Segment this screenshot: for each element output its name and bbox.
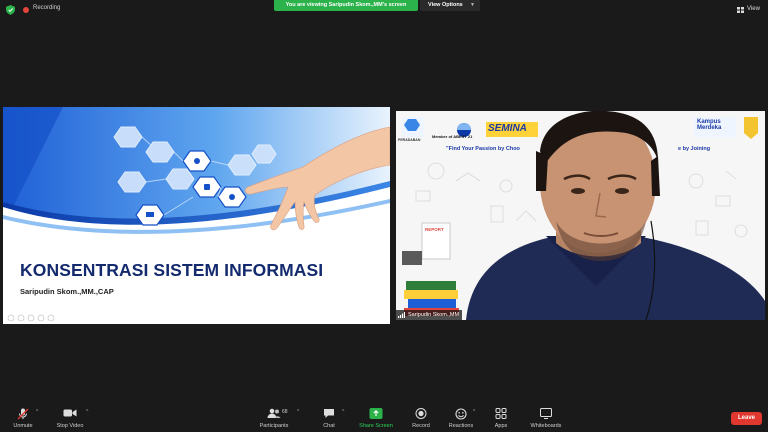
whiteboards-button[interactable]: Whiteboards: [526, 400, 566, 432]
share-screen-label: Share Screen: [359, 423, 393, 429]
slide-hero-graphic: [3, 107, 390, 247]
unmute-label: Unmute: [13, 423, 33, 429]
slide-author: Saripudin Skom.,MM.,CAP: [20, 287, 114, 296]
recording-icon: [23, 7, 29, 13]
participant-name-tag: Saripudin Skom.,MM: [396, 310, 463, 320]
chevron-down-icon: ▼: [470, 2, 475, 8]
video-frame-graphic: [396, 111, 765, 320]
participants-caret-icon[interactable]: ^: [297, 409, 299, 415]
meeting-toolbar: Unmute ^ Stop Video ^ Participants 68 ^ …: [0, 400, 768, 432]
participants-count: 68: [282, 409, 288, 415]
video-options-caret-icon[interactable]: ^: [86, 409, 88, 415]
chat-caret-icon[interactable]: ^: [342, 409, 344, 415]
whiteboard-icon: [540, 408, 552, 419]
record-button[interactable]: Record: [406, 400, 436, 432]
shared-screen-slide: KONSENTRASI SISTEM INFORMASI Saripudin S…: [3, 107, 390, 324]
share-screen-button[interactable]: Share Screen: [356, 400, 396, 432]
participants-button[interactable]: Participants: [256, 400, 292, 432]
chat-bubble-icon: [324, 409, 334, 418]
record-label: Record: [412, 423, 430, 429]
participants-icon: [267, 408, 281, 418]
video-banner-kampus: Kampus Merdeka: [697, 119, 722, 131]
apps-icon: [495, 408, 507, 419]
video-banner-report: REPORT: [425, 227, 444, 232]
reactions-caret-icon[interactable]: ^: [473, 409, 475, 415]
video-banner-tagline-tail: e by Joining: [678, 146, 711, 152]
screen-share-banner: You are viewing Saripudin Skom.,MM's scr…: [274, 0, 418, 11]
video-banner-tagline: "Find Your Passion by Choo: [446, 146, 520, 152]
video-banner-seminar: SEMINA: [488, 123, 527, 134]
chat-button[interactable]: Chat: [316, 400, 342, 432]
participants-label: Participants: [259, 423, 289, 429]
apps-label: Apps: [494, 423, 508, 429]
video-camera-icon: [63, 409, 77, 417]
reactions-button[interactable]: Reactions: [444, 400, 478, 432]
whiteboards-label: Whiteboards: [530, 423, 562, 429]
view-options-label: View Options: [428, 2, 463, 8]
meeting-top-bar: Recording You are viewing Saripudin Skom…: [0, 0, 768, 20]
stop-video-button[interactable]: Stop Video: [52, 400, 88, 432]
smiley-icon: [455, 408, 467, 420]
video-logo-text-left: PERADABAN: [398, 138, 421, 142]
leave-button[interactable]: Leave: [731, 412, 762, 425]
shield-icon[interactable]: [6, 5, 15, 15]
view-button[interactable]: View: [737, 4, 765, 15]
recording-label: Recording: [33, 5, 61, 11]
unmute-button[interactable]: Unmute: [6, 400, 40, 432]
video-banner-member: Member of ABEST 21: [432, 134, 473, 139]
chat-label: Chat: [323, 423, 335, 429]
slide-navigation-controls[interactable]: [7, 314, 77, 322]
view-label: View: [747, 6, 760, 12]
apps-button[interactable]: Apps: [488, 400, 514, 432]
participant-video[interactable]: PERADABAN Member of ABEST 21 SEMINA "Fin…: [396, 111, 765, 320]
participant-name: Saripudin Skom.,MM: [408, 312, 460, 318]
grid-view-icon: [737, 7, 744, 13]
share-screen-icon: [369, 408, 383, 419]
microphone-muted-icon: [17, 408, 29, 420]
audio-options-caret-icon[interactable]: ^: [36, 409, 38, 415]
view-options-button[interactable]: View Options ▼: [420, 0, 480, 11]
record-icon: [415, 408, 427, 419]
reactions-label: Reactions: [448, 423, 474, 429]
slide-title: KONSENTRASI SISTEM INFORMASI: [20, 260, 324, 280]
stop-video-label: Stop Video: [56, 423, 84, 429]
signal-icon: [398, 312, 405, 318]
